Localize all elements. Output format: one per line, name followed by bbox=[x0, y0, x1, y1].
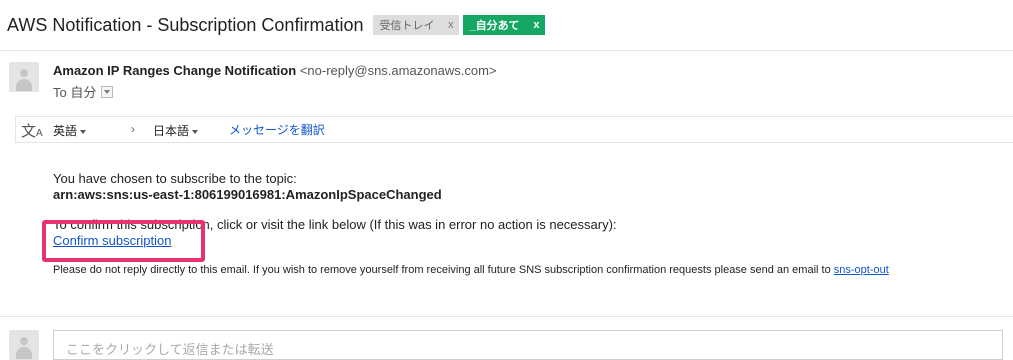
translate-bar: 文A 英語 › 日本語 メッセージを翻訳 bbox=[15, 116, 1013, 143]
label-to-me-remove-icon[interactable]: x bbox=[533, 19, 539, 31]
label-inbox-text: 受信トレイ bbox=[379, 20, 435, 32]
target-language-select[interactable]: 日本語 bbox=[153, 122, 199, 139]
label-inbox-remove-icon[interactable]: x bbox=[448, 19, 454, 31]
recipient-line: To 自分 bbox=[53, 82, 114, 101]
label-to-me[interactable]: _自分あて x bbox=[463, 15, 546, 35]
footer-text: Please do not reply directly to this ema… bbox=[53, 264, 831, 276]
sender-line: Amazon IP Ranges Change Notification <no… bbox=[53, 63, 497, 78]
chevron-right-icon: › bbox=[131, 122, 135, 136]
show-details-dropdown-icon[interactable] bbox=[101, 85, 114, 98]
label-to-me-text: _自分あて bbox=[469, 20, 520, 32]
chevron-down-icon bbox=[80, 129, 87, 134]
opt-out-link[interactable]: sns-opt-out bbox=[834, 264, 889, 276]
my-avatar bbox=[9, 330, 39, 360]
body-intro: You have chosen to subscribe to the topi… bbox=[53, 171, 297, 186]
confirm-subscription-link[interactable]: Confirm subscription bbox=[53, 233, 172, 248]
email-subject: AWS Notification - Subscription Confirma… bbox=[7, 14, 364, 35]
topic-arn: arn:aws:sns:us-east-1:806199016981:Amazo… bbox=[53, 187, 442, 202]
chevron-down-icon bbox=[192, 129, 199, 134]
header-divider bbox=[0, 50, 1013, 51]
label-inbox[interactable]: 受信トレイ x bbox=[373, 15, 460, 35]
translate-icon: 文A bbox=[21, 123, 43, 140]
body-divider bbox=[0, 316, 1013, 317]
source-language-select[interactable]: 英語 bbox=[53, 122, 87, 139]
subject-row: AWS Notification - Subscription Confirma… bbox=[7, 12, 546, 38]
reply-input[interactable]: ここをクリックして返信または転送 bbox=[53, 330, 1003, 360]
sender-name[interactable]: Amazon IP Ranges Change Notification bbox=[53, 63, 296, 78]
sender-email: <no-reply@sns.amazonaws.com> bbox=[299, 63, 497, 78]
sender-avatar[interactable] bbox=[9, 62, 39, 92]
recipient-text: To 自分 bbox=[53, 85, 97, 100]
footer-note: Please do not reply directly to this ema… bbox=[53, 264, 889, 276]
translate-message-link[interactable]: メッセージを翻訳 bbox=[229, 121, 325, 138]
body-instruction: To confirm this subscription, click or v… bbox=[53, 217, 617, 232]
